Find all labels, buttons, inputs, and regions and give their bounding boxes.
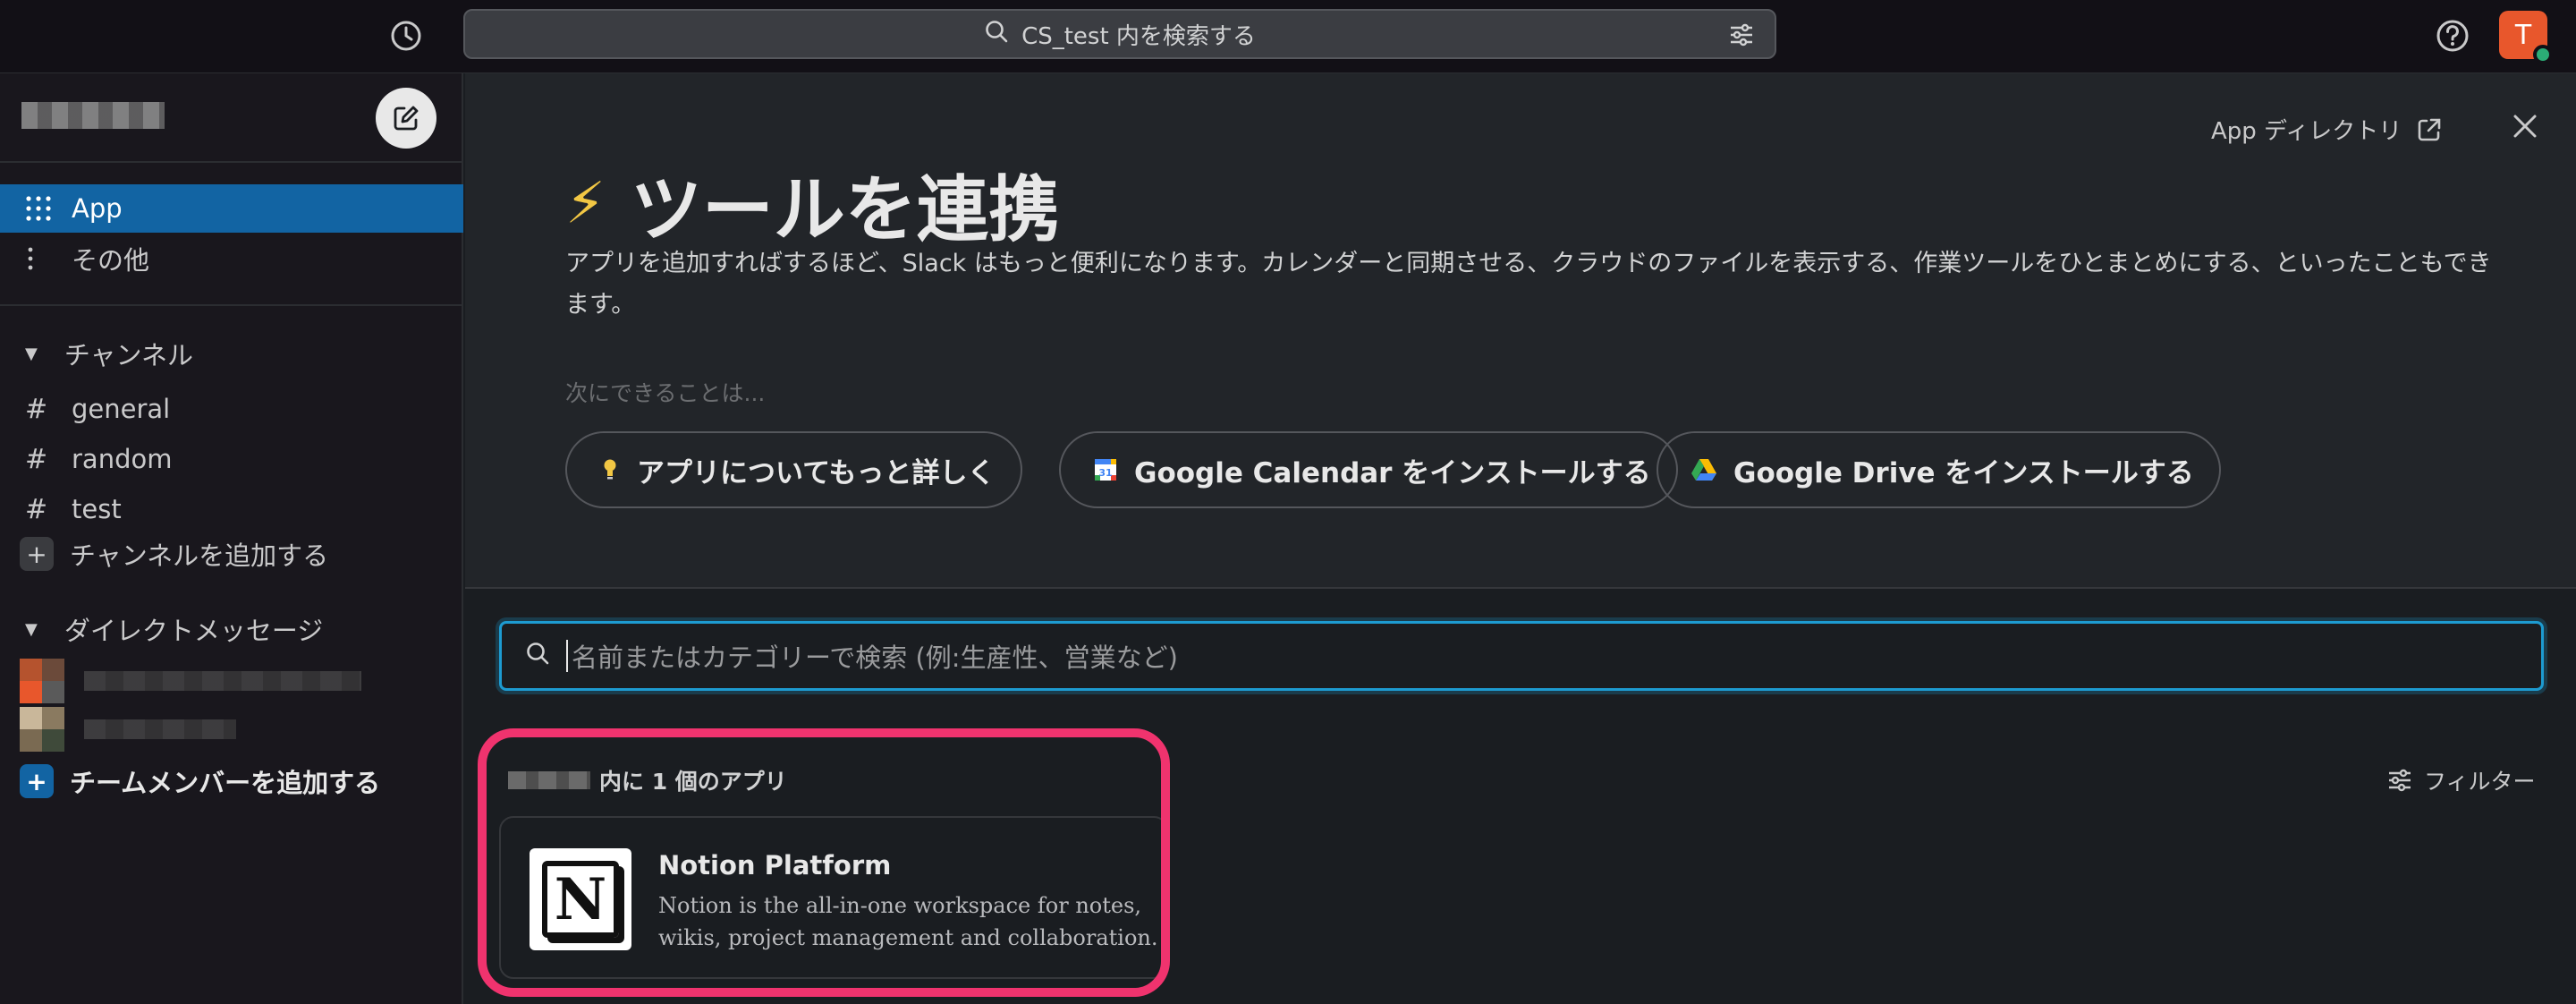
app-search-input[interactable]: 名前またはカテゴリーで検索 (例:生産性、営業など)	[499, 621, 2544, 691]
search-filter-icon[interactable]	[1728, 21, 1755, 55]
channel-label: test	[72, 494, 122, 524]
svg-text:31: 31	[1098, 467, 1112, 479]
caret-down-icon: ▼	[25, 619, 38, 639]
top-bar: CS_test 内を検索する T	[0, 0, 2576, 73]
text-caret	[566, 640, 568, 672]
workspace-name-redacted[interactable]	[21, 102, 165, 129]
help-icon[interactable]	[2433, 16, 2472, 59]
search-icon	[525, 641, 550, 672]
channels-header-label: チャンネル	[64, 340, 193, 370]
learn-more-label: アプリについてもっと詳しく	[637, 456, 996, 489]
sidebar-item-general[interactable]: # general	[0, 385, 463, 433]
lightbulb-icon	[599, 456, 621, 483]
sidebar: App その他 ▼ チャンネル # general # random # tes…	[0, 73, 463, 1004]
workspace-search-bar[interactable]: CS_test 内を検索する	[463, 9, 1776, 59]
sidebar-item-label: その他	[72, 245, 150, 276]
plus-icon: +	[20, 764, 54, 798]
learn-more-button[interactable]: アプリについてもっと詳しく	[565, 431, 1022, 508]
dm-name-redacted	[84, 671, 361, 691]
app-directory-label: App ディレクトリ	[2211, 118, 2402, 145]
avatar	[20, 659, 64, 703]
app-directory-link[interactable]: App ディレクトリ	[2211, 113, 2443, 146]
app-search-placeholder: 名前またはカテゴリーで検索 (例:生産性、営業など)	[572, 642, 1178, 673]
page-title: ⚡ ツールを連携	[565, 152, 1060, 256]
add-channel-label: チャンネルを追加する	[70, 540, 329, 571]
sidebar-item-random[interactable]: # random	[0, 435, 463, 483]
add-member-button[interactable]: + チームメンバーを追加する	[20, 762, 380, 800]
sidebar-item-app[interactable]: App	[0, 184, 463, 233]
compose-icon	[394, 106, 419, 131]
next-steps-label: 次にできることは...	[565, 380, 766, 406]
compose-button[interactable]	[376, 88, 436, 149]
history-icon[interactable]	[386, 16, 426, 55]
dm-name-redacted	[84, 719, 236, 739]
dm-section-header[interactable]: ▼ ダイレクトメッセージ	[25, 610, 323, 648]
avatar	[20, 707, 64, 752]
hash-icon: #	[25, 393, 48, 425]
hash-icon: #	[25, 493, 48, 525]
add-channel-button[interactable]: + チャンネルを追加する	[20, 535, 328, 573]
dm-item-redacted[interactable]	[20, 707, 236, 752]
close-icon[interactable]	[2510, 111, 2540, 145]
add-member-label: チームメンバーを追加する	[70, 768, 381, 798]
channel-label: random	[72, 444, 173, 474]
more-vertical-icon	[25, 245, 61, 272]
sidebar-item-more[interactable]: その他	[0, 234, 463, 283]
app-directory-panel: App ディレクトリ ⚡ ツールを連携 アプリを追加すればするほど、Slack …	[465, 73, 2576, 1004]
dm-item-redacted[interactable]	[20, 659, 361, 703]
plus-icon: +	[20, 537, 54, 571]
sidebar-divider	[0, 304, 463, 306]
lightning-icon: ⚡	[565, 171, 606, 237]
channel-label: general	[72, 394, 171, 424]
channels-section-header[interactable]: ▼ チャンネル	[25, 335, 193, 372]
dm-header-label: ダイレクトメッセージ	[64, 616, 324, 646]
sidebar-divider	[0, 161, 463, 163]
page-title-text: ツールを連携	[630, 168, 1060, 251]
google-drive-icon	[1690, 457, 1717, 482]
install-google-drive-label: Google Drive をインストールする	[1733, 456, 2194, 489]
page-description: アプリを追加すればするほど、Slack はもっと便利になります。カレンダーと同期…	[565, 250, 2492, 319]
sidebar-item-test[interactable]: # test	[0, 485, 463, 533]
search-icon	[984, 19, 1009, 50]
workspace-search-label: CS_test 内を検索する	[1021, 22, 1256, 50]
install-google-calendar-label: Google Calendar をインストールする	[1134, 456, 1651, 489]
filter-icon	[2389, 769, 2411, 792]
user-avatar[interactable]: T	[2499, 11, 2553, 64]
hero-section: App ディレクトリ ⚡ ツールを連携 アプリを追加すればするほど、Slack …	[465, 73, 2576, 589]
sidebar-item-label: App	[72, 193, 123, 224]
external-link-icon	[2418, 118, 2441, 140]
google-calendar-icon: 31	[1093, 457, 1118, 482]
caret-down-icon: ▼	[25, 344, 38, 363]
grid-icon	[25, 195, 61, 222]
install-google-calendar-button[interactable]: 31 Google Calendar をインストールする	[1059, 431, 1678, 508]
hash-icon: #	[25, 443, 48, 475]
highlight-annotation	[478, 728, 1170, 997]
avatar-initial: T	[2514, 19, 2532, 51]
filter-button[interactable]: フィルター	[2386, 764, 2536, 796]
filter-label: フィルター	[2424, 769, 2536, 795]
online-status-icon	[2533, 45, 2553, 64]
install-google-drive-button[interactable]: Google Drive をインストールする	[1657, 431, 2221, 508]
